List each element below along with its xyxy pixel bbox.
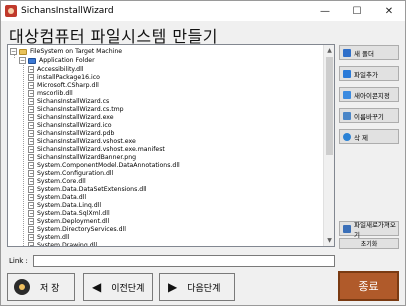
- button-label: 다음단계: [187, 283, 221, 294]
- vertical-scrollbar[interactable]: ▲ ▼: [323, 45, 334, 246]
- button-label: 새아이콘지정: [354, 91, 390, 100]
- tree-node-application-folder[interactable]: − Application Folder: [19, 56, 95, 65]
- file-icon: [28, 234, 34, 241]
- new-folder-icon: [343, 48, 351, 57]
- tree-content: − FileSystem on Target Machine − Applica…: [8, 45, 324, 246]
- file-icon: [28, 122, 34, 129]
- file-icon: [28, 106, 34, 113]
- next-step-button[interactable]: ▶ 다음단계: [159, 273, 235, 301]
- scrollbar-thumb[interactable]: [326, 57, 333, 155]
- tree-file-item[interactable]: System.Drawing.dll: [28, 241, 97, 246]
- button-label: 파일새로가져오기: [354, 220, 396, 239]
- link-input[interactable]: [33, 255, 335, 267]
- button-label: 저 장: [40, 283, 60, 294]
- tree-node-label: FileSystem on Target Machine: [30, 48, 123, 55]
- collapse-icon[interactable]: −: [10, 48, 17, 55]
- maximize-button[interactable]: ☐: [341, 1, 373, 21]
- file-icon: [28, 162, 34, 169]
- add-file-icon: [343, 69, 351, 78]
- image-icon: [343, 90, 351, 99]
- arrow-left-icon: ◀: [92, 280, 102, 294]
- import-icon: [343, 224, 351, 233]
- file-icon: [28, 66, 34, 73]
- link-label: Link :: [9, 257, 28, 265]
- delete-icon: [343, 132, 351, 141]
- file-icon: [28, 178, 34, 185]
- file-icon: [28, 186, 34, 193]
- rename-button[interactable]: 이름바꾸기: [339, 108, 399, 123]
- initialize-button[interactable]: 초기화: [339, 238, 399, 249]
- file-icon: [28, 218, 34, 225]
- button-label: 삭 제: [354, 133, 369, 142]
- file-icon: [28, 226, 34, 233]
- tree-file-label: System.Drawing.dll: [37, 242, 98, 246]
- arrow-right-icon: ▶: [168, 280, 178, 294]
- window-title: SichansInstallWizard: [21, 6, 114, 16]
- rename-icon: [343, 111, 351, 120]
- file-icon: [28, 130, 34, 137]
- change-icon-button[interactable]: 새아이콘지정: [339, 87, 399, 102]
- title-bar: SichansInstallWizard — ☐ ✕: [1, 1, 405, 21]
- close-button[interactable]: ✕: [373, 1, 405, 21]
- file-icon: [28, 210, 34, 217]
- button-label: 이전단계: [111, 283, 145, 294]
- save-button[interactable]: 저 장: [7, 273, 75, 301]
- tree-node-root[interactable]: − FileSystem on Target Machine: [10, 47, 122, 56]
- file-icon: [28, 146, 34, 153]
- button-label: 이름바꾸기: [354, 112, 384, 121]
- file-icon: [28, 82, 34, 89]
- file-icon: [28, 138, 34, 145]
- button-label: 새 폴더: [354, 49, 375, 58]
- file-icon: [28, 98, 34, 105]
- import-files-button[interactable]: 파일새로가져오기: [339, 220, 399, 239]
- save-icon: [14, 279, 30, 295]
- file-icon: [28, 114, 34, 121]
- button-label: 파일추가: [354, 70, 378, 79]
- blue-folder-icon: [28, 57, 36, 64]
- tree-node-label: Application Folder: [39, 57, 95, 64]
- file-icon: [28, 74, 34, 81]
- scroll-down-icon[interactable]: ▼: [324, 235, 334, 246]
- file-icon: [28, 170, 34, 177]
- delete-button[interactable]: 삭 제: [339, 129, 399, 144]
- add-file-button[interactable]: 파일추가: [339, 66, 399, 81]
- app-window: SichansInstallWizard — ☐ ✕ 대상컴퓨터 파일시스템 만…: [0, 0, 406, 306]
- tree-connector: [23, 63, 24, 246]
- exit-button[interactable]: 종료: [338, 271, 399, 301]
- file-icon: [28, 154, 34, 161]
- file-icon: [28, 202, 34, 209]
- file-icon: [28, 194, 34, 201]
- previous-step-button[interactable]: ◀ 이전단계: [83, 273, 153, 301]
- file-icon: [28, 242, 34, 246]
- file-icon: [28, 90, 34, 97]
- window-controls: — ☐ ✕: [309, 1, 405, 21]
- scroll-up-icon[interactable]: ▲: [324, 45, 334, 56]
- minimize-button[interactable]: —: [309, 1, 341, 21]
- filesystem-tree[interactable]: − FileSystem on Target Machine − Applica…: [7, 44, 335, 247]
- new-folder-button[interactable]: 새 폴더: [339, 45, 399, 60]
- folder-icon: [19, 48, 27, 55]
- app-icon: [5, 5, 17, 17]
- collapse-icon[interactable]: −: [19, 57, 26, 64]
